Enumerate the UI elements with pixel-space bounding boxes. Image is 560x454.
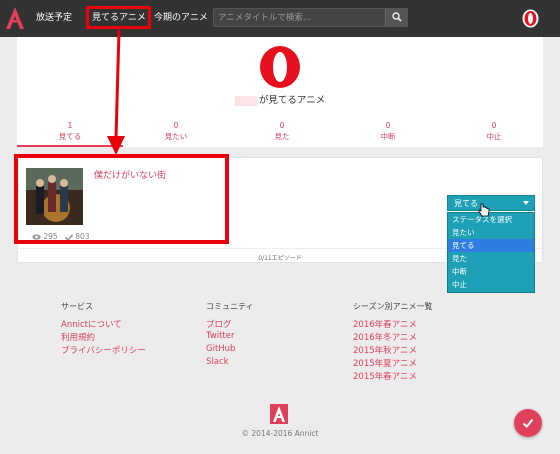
- nav-schedule-link[interactable]: 放送予定: [36, 12, 72, 24]
- check-icon: [522, 418, 534, 428]
- top-navbar: 放送予定 見てるアニメ 今期のアニメ: [0, 0, 560, 37]
- tab-on-hold[interactable]: 0 中断: [335, 120, 441, 142]
- status-option-on-hold[interactable]: 中断: [448, 265, 534, 278]
- profile-card: が見てるアニメ 1 見てる 0 見たい 0 見た 0 中断 0 中止: [17, 37, 543, 147]
- nav-season-link[interactable]: 今期のアニメ: [154, 12, 208, 24]
- status-option-watched[interactable]: 見た: [448, 252, 534, 265]
- footer-link-2015-spring[interactable]: 2015年春アニメ: [353, 370, 417, 382]
- footer-link-2016-spring[interactable]: 2016年春アニメ: [353, 318, 417, 330]
- status-selected-value: 見てる: [454, 199, 478, 208]
- footer-service-title: サービス: [61, 302, 93, 311]
- footer-logo-icon: [270, 404, 288, 424]
- tab-stopped[interactable]: 0 中止: [441, 120, 547, 142]
- status-select[interactable]: 見てる: [447, 195, 535, 211]
- footer-link-terms[interactable]: 利用規約: [61, 331, 95, 343]
- footer-link-2016-winter[interactable]: 2016年冬アニメ: [353, 331, 417, 343]
- status-option-placeholder[interactable]: ステータスを選択: [448, 213, 534, 226]
- annict-logo-icon[interactable]: [4, 6, 26, 30]
- footer-link-github[interactable]: GitHub: [206, 344, 235, 354]
- footer-link-2015-autumn[interactable]: 2015年秋アニメ: [353, 344, 417, 356]
- search-input[interactable]: [218, 11, 378, 24]
- status-option-watching[interactable]: 見てる: [448, 239, 534, 252]
- search-box: [213, 8, 408, 27]
- footer-community-title: コミュニティ: [206, 302, 254, 311]
- footer-link-blog[interactable]: ブログ: [206, 318, 232, 330]
- footer-season-title: シーズン別アニメ一覧: [353, 302, 433, 311]
- hand-cursor-icon: [478, 203, 490, 217]
- copyright-text: © 2014-2016 Annict: [241, 429, 319, 438]
- highlight-nav-box: [86, 6, 151, 29]
- profile-avatar-icon: [260, 46, 300, 88]
- status-option-stopped[interactable]: 中止: [448, 278, 534, 291]
- chevron-down-icon: [523, 201, 529, 205]
- record-fab-button[interactable]: [514, 409, 542, 437]
- status-option-wanna-watch[interactable]: 見たい: [448, 226, 534, 239]
- status-options-list: ステータスを選択 見たい 見てる 見た 中断 中止: [447, 212, 535, 293]
- search-button[interactable]: [385, 9, 407, 26]
- tab-watched[interactable]: 0 見た: [229, 120, 335, 142]
- tab-wanna-watch[interactable]: 0 見たい: [123, 120, 229, 142]
- footer-link-2015-summer[interactable]: 2015年夏アニメ: [353, 357, 417, 369]
- tab-watching[interactable]: 1 見てる: [17, 120, 123, 147]
- footer-link-about[interactable]: Annictについて: [61, 318, 122, 330]
- profile-title: が見てるアニメ: [17, 92, 543, 106]
- user-avatar-icon[interactable]: [522, 9, 539, 28]
- footer-link-twitter[interactable]: Twitter: [206, 331, 235, 341]
- footer-link-privacy[interactable]: プライバシーポリシー: [61, 344, 146, 356]
- highlight-card-box: [14, 154, 229, 244]
- search-icon: [392, 12, 402, 22]
- footer-link-slack[interactable]: Slack: [206, 357, 229, 367]
- redacted-username: [234, 95, 257, 106]
